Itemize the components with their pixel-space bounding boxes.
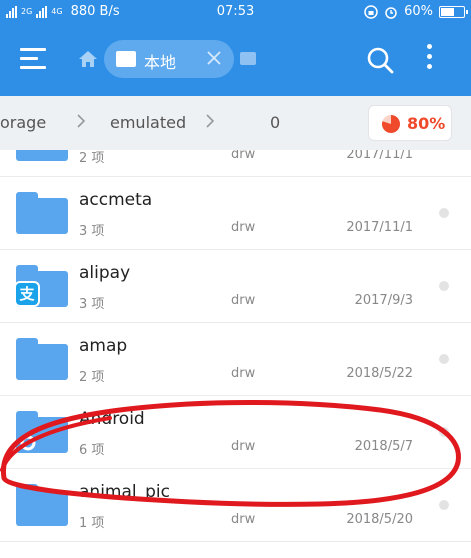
permissions: drw [231, 293, 256, 308]
pie-chart-icon [381, 115, 400, 133]
file-row[interactable]: animal_pic 1 项 drw 2018/5/20 [0, 469, 471, 542]
chevron-right-icon [206, 114, 215, 128]
storage-usage-badge[interactable]: 80% [368, 105, 452, 141]
select-checkbox[interactable] [439, 208, 449, 218]
chevron-right-icon [77, 114, 86, 128]
file-list: accdata2 项drw2017/11/1accmeta3 项drw2017/… [0, 150, 471, 558]
breadcrumb-item-storage[interactable]: orage [0, 113, 46, 132]
item-count: 1 项 [79, 516, 105, 531]
battery-percent: 60% [404, 4, 433, 19]
file-name: animal_pic [79, 482, 170, 502]
permissions: drw [231, 220, 256, 235]
file-row[interactable]: accmeta 3 项 drw 2017/11/1 [0, 177, 471, 250]
chat-icon[interactable] [240, 52, 256, 65]
folder-icon [16, 338, 68, 380]
select-checkbox[interactable] [439, 500, 449, 510]
permissions: drw [231, 512, 256, 527]
file-row[interactable]: accdata2 项drw2017/11/1 [0, 150, 471, 177]
permissions: drw [231, 150, 256, 162]
file-name: amap [79, 336, 128, 356]
modified-date: 2017/11/1 [346, 220, 413, 235]
battery-icon [439, 5, 468, 18]
modified-date: 2018/5/20 [346, 512, 413, 527]
item-count: 3 项 [79, 297, 105, 312]
breadcrumb-item-0[interactable]: 0 [270, 113, 280, 132]
search-icon[interactable] [366, 46, 394, 74]
status-bar: 2G 4G 880 B/s 07:53 60% [0, 0, 471, 24]
item-count: 3 项 [79, 224, 105, 239]
item-count: 2 项 [79, 151, 105, 166]
folder-icon [16, 411, 68, 453]
file-name: alipay [79, 263, 131, 283]
modified-date: 2017/11/1 [346, 150, 413, 162]
select-checkbox[interactable] [439, 281, 449, 291]
folder-icon [16, 192, 68, 234]
close-icon[interactable] [204, 48, 224, 68]
storage-percent: 80% [407, 114, 446, 133]
folder-icon: 支 [14, 265, 68, 307]
gear-icon [20, 435, 36, 451]
more-icon[interactable] [424, 44, 434, 76]
sd-card-icon [116, 51, 136, 67]
tab-local[interactable]: 本地 [104, 40, 234, 78]
menu-icon[interactable] [20, 46, 48, 70]
folder-icon [16, 150, 68, 161]
select-checkbox[interactable] [439, 354, 449, 364]
toolbar: 本地 [0, 24, 471, 96]
alipay-icon: 支 [14, 281, 40, 307]
lock-rotation-icon [364, 4, 378, 19]
select-checkbox[interactable] [439, 427, 449, 437]
file-name: Android [79, 409, 145, 429]
item-count: 2 项 [79, 370, 105, 385]
file-row[interactable]: amap 2 项 drw 2018/5/22 [0, 323, 471, 396]
modified-date: 2018/5/22 [346, 366, 413, 381]
modified-date: 2018/5/7 [354, 439, 413, 454]
folder-icon [16, 484, 68, 526]
breadcrumb: orage emulated 0 80% [0, 96, 471, 150]
alarm-icon [385, 6, 397, 19]
file-name: accmeta [79, 190, 153, 210]
file-row[interactable]: Android 6 项 drw 2018/5/7 [0, 396, 471, 469]
modified-date: 2017/9/3 [354, 293, 413, 308]
home-icon[interactable] [78, 50, 98, 68]
tab-label: 本地 [144, 53, 177, 72]
breadcrumb-item-emulated[interactable]: emulated [110, 113, 186, 132]
file-row[interactable]: 支 alipay 3 项 drw 2017/9/3 [0, 250, 471, 323]
item-count: 6 项 [79, 443, 105, 458]
permissions: drw [231, 366, 256, 381]
permissions: drw [231, 439, 256, 454]
